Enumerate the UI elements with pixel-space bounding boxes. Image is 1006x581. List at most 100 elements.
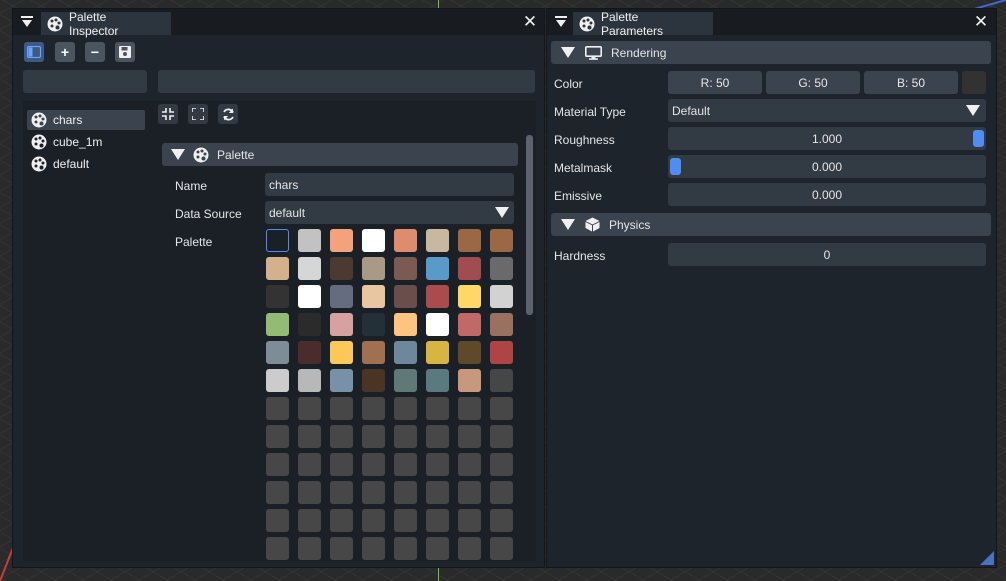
resize-grip-icon[interactable] [980, 551, 994, 565]
palette-swatch[interactable] [490, 453, 513, 476]
palette-swatch[interactable] [298, 257, 321, 280]
palette-swatch[interactable] [330, 509, 353, 532]
palette-swatch[interactable] [490, 341, 513, 364]
color-preview-swatch[interactable] [962, 71, 986, 94]
material-type-select[interactable]: Default [668, 99, 986, 122]
palette-swatch[interactable] [298, 229, 321, 252]
palette-swatch[interactable] [426, 425, 449, 448]
palette-swatch[interactable] [362, 425, 385, 448]
color-g-field[interactable]: G: 50 [766, 71, 860, 94]
palette-swatch[interactable] [458, 453, 481, 476]
palette-swatch[interactable] [330, 341, 353, 364]
tab-menu-icon[interactable] [553, 14, 569, 30]
hardness-field[interactable]: 0 [668, 243, 986, 266]
close-icon[interactable]: ✕ [521, 13, 539, 31]
palette-swatch[interactable] [330, 313, 353, 336]
rendering-section-header[interactable]: Rendering [551, 41, 991, 64]
palette-swatch[interactable] [266, 397, 289, 420]
palette-swatch[interactable] [394, 341, 417, 364]
tab-menu-icon[interactable] [19, 14, 35, 30]
refresh-button[interactable] [218, 104, 238, 124]
palette-swatch[interactable] [394, 537, 417, 560]
palette-swatch[interactable] [298, 341, 321, 364]
palette-swatch[interactable] [362, 369, 385, 392]
palette-swatch[interactable] [426, 453, 449, 476]
expand-all-button[interactable] [188, 104, 208, 124]
palette-swatch[interactable] [298, 285, 321, 308]
data-source-select[interactable]: default [265, 201, 514, 224]
palette-swatch[interactable] [394, 397, 417, 420]
palette-swatch[interactable] [458, 481, 481, 504]
palette-swatch[interactable] [426, 481, 449, 504]
palette-swatch[interactable] [426, 285, 449, 308]
palette-swatch[interactable] [266, 285, 289, 308]
add-palette-button[interactable]: + [55, 42, 75, 62]
palette-swatch[interactable] [490, 257, 513, 280]
palette-swatch[interactable] [394, 229, 417, 252]
palette-swatch[interactable] [362, 453, 385, 476]
remove-palette-button[interactable]: − [85, 42, 105, 62]
palette-swatch[interactable] [490, 313, 513, 336]
palette-swatch[interactable] [330, 425, 353, 448]
palette-swatch[interactable] [426, 257, 449, 280]
palette-swatch[interactable] [458, 341, 481, 364]
palette-swatch[interactable] [298, 481, 321, 504]
palette-swatch[interactable] [266, 341, 289, 364]
palette-swatch[interactable] [426, 313, 449, 336]
palette-swatch[interactable] [298, 313, 321, 336]
color-r-field[interactable]: R: 50 [668, 71, 762, 94]
tab-palette-inspector[interactable]: Palette Inspector [41, 10, 171, 38]
palette-swatch[interactable] [490, 285, 513, 308]
palette-swatch[interactable] [458, 425, 481, 448]
palette-swatch[interactable] [330, 369, 353, 392]
palette-swatch[interactable] [394, 509, 417, 532]
palette-swatch[interactable] [426, 537, 449, 560]
palette-swatch[interactable] [394, 425, 417, 448]
palette-swatch[interactable] [330, 285, 353, 308]
palette-swatch[interactable] [394, 453, 417, 476]
palette-swatch[interactable] [458, 257, 481, 280]
palette-swatch[interactable] [266, 425, 289, 448]
palette-swatch[interactable] [394, 285, 417, 308]
palette-swatch[interactable] [362, 481, 385, 504]
palette-swatch[interactable] [458, 509, 481, 532]
palette-swatch[interactable] [426, 341, 449, 364]
palette-swatch[interactable] [298, 369, 321, 392]
palette-swatch[interactable] [362, 509, 385, 532]
physics-section-header[interactable]: Physics [551, 213, 991, 236]
metalmask-slider[interactable]: 0.000 [668, 155, 986, 178]
name-field[interactable]: chars [265, 173, 514, 196]
palette-list-search-input[interactable] [23, 70, 147, 93]
palette-swatch[interactable] [394, 257, 417, 280]
palette-swatch[interactable] [490, 397, 513, 420]
palette-swatch[interactable] [426, 369, 449, 392]
palette-swatch[interactable] [490, 481, 513, 504]
palette-swatch[interactable] [490, 369, 513, 392]
palette-swatch[interactable] [490, 229, 513, 252]
roughness-slider[interactable]: 1.000 [668, 127, 986, 150]
palette-swatch[interactable] [490, 425, 513, 448]
palette-swatch[interactable] [330, 229, 353, 252]
palette-swatch[interactable] [330, 397, 353, 420]
palette-swatch[interactable] [266, 453, 289, 476]
palette-swatch[interactable] [266, 229, 289, 252]
palette-swatch[interactable] [362, 397, 385, 420]
palette-swatch[interactable] [298, 453, 321, 476]
palette-swatch[interactable] [426, 509, 449, 532]
palette-swatch[interactable] [362, 229, 385, 252]
palette-swatch[interactable] [298, 425, 321, 448]
palette-swatch[interactable] [330, 257, 353, 280]
palette-swatch[interactable] [458, 537, 481, 560]
slider-handle[interactable] [973, 130, 984, 147]
color-b-field[interactable]: B: 50 [864, 71, 958, 94]
palette-swatch[interactable] [298, 509, 321, 532]
list-item[interactable]: chars [27, 110, 145, 130]
palette-swatch[interactable] [298, 537, 321, 560]
palette-swatch[interactable] [362, 285, 385, 308]
tab-palette-parameters[interactable]: Palette Parameters [573, 10, 713, 38]
palette-swatch[interactable] [330, 481, 353, 504]
palette-swatch[interactable] [394, 313, 417, 336]
palette-swatch[interactable] [458, 313, 481, 336]
detail-scrollbar[interactable] [526, 135, 533, 315]
palette-swatch[interactable] [266, 369, 289, 392]
